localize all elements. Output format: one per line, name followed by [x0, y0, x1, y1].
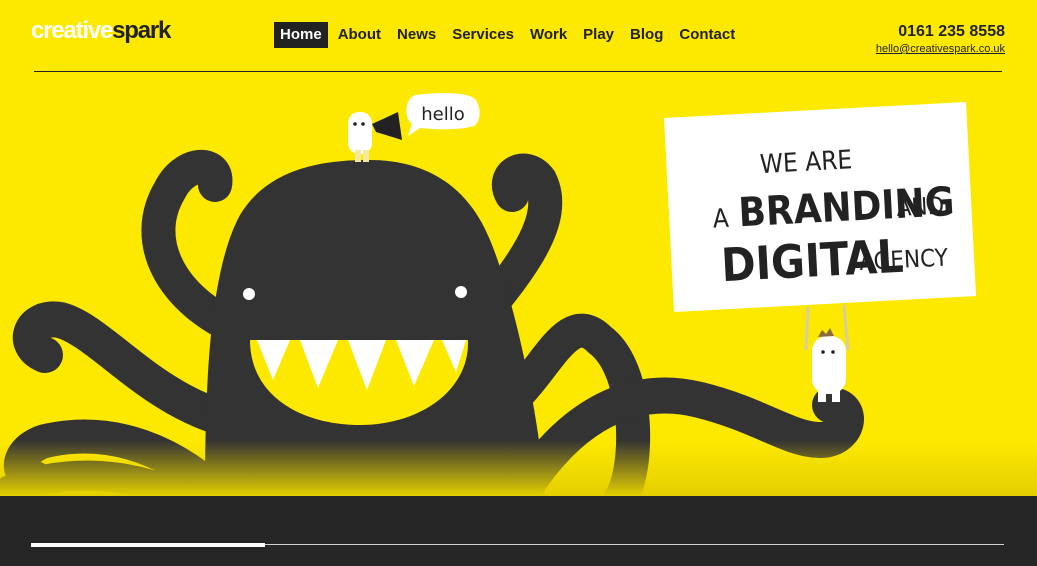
speech-text: hello	[421, 104, 465, 125]
nav-item-home[interactable]: Home	[274, 22, 328, 48]
megaphone-character	[348, 112, 372, 154]
hero-banner: hello WE ARE A BRANDING AND DIGITAL AGEN…	[0, 72, 1037, 517]
sign-word-and: AND	[896, 192, 945, 222]
nav-item-news[interactable]: News	[391, 22, 442, 48]
footer-bar	[0, 496, 1037, 566]
site-header: creativespark Home About News Services W…	[0, 0, 1037, 72]
email-link[interactable]: hello@creativespark.co.uk	[876, 42, 1005, 56]
nav-item-contact[interactable]: Contact	[673, 22, 741, 48]
nav-item-play[interactable]: Play	[577, 22, 620, 48]
phone-number[interactable]: 0161 235 8558	[876, 22, 1005, 42]
logo[interactable]: creativespark	[31, 17, 171, 44]
megaphone-icon	[372, 112, 402, 140]
nav-item-work[interactable]: Work	[524, 22, 573, 48]
sign-word-agency: AGENCY	[859, 243, 950, 276]
sign-line-we-are: WE ARE	[759, 145, 853, 180]
monster-eye-right	[455, 286, 467, 298]
main-nav: Home About News Services Work Play Blog …	[274, 22, 745, 48]
sign-word-a: A	[712, 204, 730, 235]
logo-part-spark: spark	[112, 17, 171, 44]
hero-illustration: hello WE ARE A BRANDING AND DIGITAL AGEN…	[0, 93, 976, 517]
nav-item-blog[interactable]: Blog	[624, 22, 669, 48]
hero-shadow	[0, 440, 1037, 496]
slider-progress-fill	[31, 543, 265, 547]
hair-tuft	[818, 328, 834, 337]
sign-holder-character	[812, 336, 846, 394]
monster-eye-left	[243, 288, 255, 300]
nav-item-about[interactable]: About	[332, 22, 387, 48]
contact-info: 0161 235 8558 hello@creativespark.co.uk	[876, 22, 1005, 56]
logo-part-creative: creative	[31, 17, 113, 44]
nav-item-services[interactable]: Services	[446, 22, 520, 48]
tentacle-mid-left	[13, 301, 248, 438]
